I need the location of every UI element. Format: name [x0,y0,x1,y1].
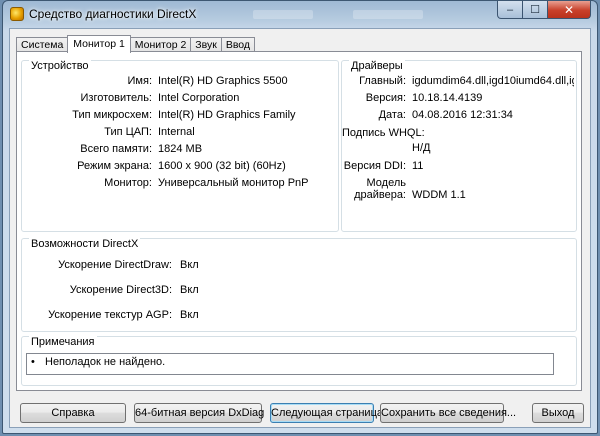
directx-features-group: Возможности DirectX Ускорение DirectDraw… [21,238,577,332]
device-name-value: Intel(R) HD Graphics 5500 [158,75,288,87]
exit-button[interactable]: Выход [532,403,584,423]
driver-row-version: Версия: 10.18.14.4139 [342,92,576,106]
maximize-button[interactable]: ☐ [523,1,548,19]
agp-texture-label: Ускорение текстур AGP: [48,309,172,321]
drivers-group: Драйверы Главный: igdumdim64.dll,igd10iu… [341,60,577,232]
background-window-blur [353,10,423,19]
close-icon: ✕ [563,2,575,17]
display-mode-label: Режим экрана: [77,160,152,172]
dac-type-value: Internal [158,126,195,138]
notes-textbox[interactable]: • Неполадок не найдено. [26,353,554,375]
driver-model-value: WDDM 1.1 [412,189,466,201]
whql-label: Подпись WHQL: [342,127,425,139]
direct3d-label: Ускорение Direct3D: [69,284,172,296]
device-row-memory: Всего памяти: 1824 MB [22,143,338,157]
directx-row-direct3d: Ускорение Direct3D: Вкл [22,284,576,298]
driver-date-label: Дата: [378,109,406,121]
tab-strip: Система Монитор 1 Монитор 2 Звук Ввод [16,35,256,53]
notes-group: Примечания • Неполадок не найдено. [21,336,577,386]
maximize-icon: ☐ [530,4,540,16]
directx-features-heading: Возможности DirectX [29,238,141,250]
monitor-label: Монитор: [104,177,152,189]
driver-main-label: Главный: [359,75,406,87]
whql-value: Н/Д [412,142,431,154]
device-row-display-mode: Режим экрана: 1600 x 900 (32 bit) (60Hz) [22,160,338,174]
directx-app-icon [10,7,24,21]
drivers-group-heading: Драйверы [349,60,405,72]
tab-input[interactable]: Ввод [220,37,256,52]
ddi-version-label: Версия DDI: [343,160,406,172]
driver-date-value: 04.08.2016 12:31:34 [412,109,513,121]
driver-main-value: igdumdim64.dll,igd10iumd64.dll,igd10 [412,75,574,87]
tab-monitor-2[interactable]: Монитор 2 [129,37,192,52]
directdraw-value: Вкл [180,259,199,271]
dxdiag-64bit-button[interactable]: 64-битная версия DxDiag [134,403,264,423]
device-group-heading: Устройство [29,60,91,72]
manufacturer-label: Изготовитель: [80,92,153,104]
driver-version-label: Версия: [365,92,406,104]
driver-row-whql-value: Н/Д [342,142,576,156]
chip-type-label: Тип микросхем: [72,109,152,121]
caption-buttons: – ☐ ✕ [497,1,591,19]
minimize-icon: – [506,3,514,16]
save-all-info-button[interactable]: Сохранить все сведения... [380,403,516,423]
chip-type-value: Intel(R) HD Graphics Family [158,109,296,121]
driver-model-label-line1: Модель [366,177,406,189]
minimize-button[interactable]: – [497,1,523,19]
driver-version-value: 10.18.14.4139 [412,92,483,104]
monitor-value: Универсальный монитор PnP [158,177,309,189]
tab-monitor-1[interactable]: Монитор 1 [67,35,131,53]
direct3d-value: Вкл [180,284,199,296]
dac-type-label: Тип ЦАП: [104,126,152,138]
manufacturer-value: Intel Corporation [158,92,240,104]
window-title: Средство диагностики DirectX [29,7,197,21]
tab-panel-monitor-1: Устройство Имя: Intel(R) HD Graphics 550… [16,51,582,391]
directx-row-agp: Ускорение текстур AGP: Вкл [22,309,576,323]
dxdiag-window: Средство диагностики DirectX – ☐ ✕ Систе… [2,0,598,434]
ddi-version-value: 11 [412,160,424,172]
driver-row-date: Дата: 04.08.2016 12:31:34 [342,109,576,123]
notes-heading: Примечания [29,336,97,348]
device-row-manufacturer: Изготовитель: Intel Corporation [22,92,338,106]
device-row-name: Имя: Intel(R) HD Graphics 5500 [22,75,338,89]
driver-row-model-2: драйвера: WDDM 1.1 [342,189,576,203]
agp-texture-value: Вкл [180,309,199,321]
help-button[interactable]: Справка [20,403,126,423]
driver-row-whql: Подпись WHQL: [342,127,576,141]
total-memory-value: 1824 MB [158,143,203,155]
dialog-client-area: Система Монитор 1 Монитор 2 Звук Ввод Ус… [9,28,591,428]
device-group: Устройство Имя: Intel(R) HD Graphics 550… [21,60,339,232]
driver-row-main: Главный: igdumdim64.dll,igd10iumd64.dll,… [342,75,576,89]
close-button[interactable]: ✕ [548,1,591,19]
device-name-label: Имя: [127,75,152,87]
next-page-button[interactable]: Следующая страница [270,403,383,423]
directx-row-directdraw: Ускорение DirectDraw: Вкл [22,259,576,273]
driver-model-label-line2: драйвера: [354,189,406,201]
tab-system[interactable]: Система [16,37,69,52]
notes-item-text: Неполадок не найдено. [45,356,166,368]
display-mode-value: 1600 x 900 (32 bit) (60Hz) [158,160,286,172]
device-row-chip-type: Тип микросхем: Intel(R) HD Graphics Fami… [22,109,338,123]
driver-row-ddi: Версия DDI: 11 [342,160,576,174]
device-row-monitor: Монитор: Универсальный монитор PnP [22,177,338,191]
directdraw-label: Ускорение DirectDraw: [58,259,172,271]
total-memory-label: Всего памяти: [80,143,152,155]
bullet-icon: • [31,356,35,368]
tab-sound[interactable]: Звук [190,37,222,52]
title-bar[interactable]: Средство диагностики DirectX – ☐ ✕ [3,1,597,27]
background-window-blur [253,10,313,19]
notes-list-item: • Неполадок не найдено. [31,356,165,368]
device-row-dac-type: Тип ЦАП: Internal [22,126,338,140]
